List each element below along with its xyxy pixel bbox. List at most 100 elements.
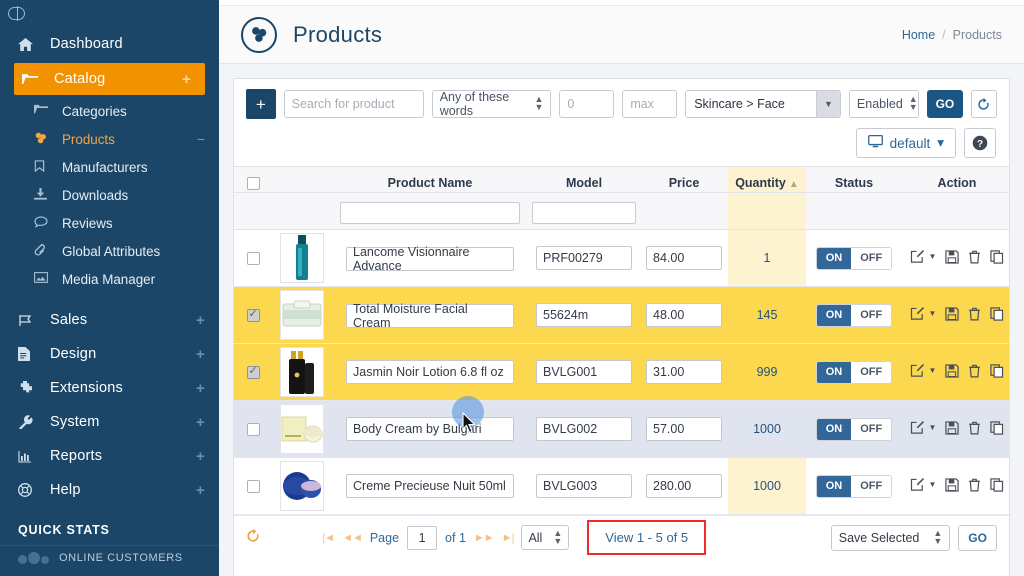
model-input[interactable]: BVLG001 [536, 360, 632, 385]
save-icon[interactable] [945, 421, 960, 435]
last-page-icon[interactable]: ►| [502, 532, 515, 544]
row-select-cell[interactable] [234, 229, 272, 288]
sidebar-collapse-toggle[interactable] [0, 0, 219, 27]
status-toggle[interactable]: ON OFF [815, 303, 893, 327]
status-off-button[interactable]: OFF [851, 361, 892, 383]
product-name-input[interactable]: Jasmin Noir Lotion 6.8 fl oz [346, 360, 514, 385]
edit-caret-icon[interactable]: ▼ [929, 480, 937, 489]
filter-name-input[interactable] [339, 202, 521, 225]
sidebar-item-media-manager[interactable]: Media Manager [0, 265, 219, 293]
column-model[interactable]: Model [528, 165, 640, 194]
copy-icon[interactable] [990, 364, 1004, 378]
save-icon[interactable] [945, 364, 960, 378]
sidebar-item-reports[interactable]: Reports + [0, 439, 219, 473]
row-checkbox[interactable] [246, 364, 260, 380]
table-row[interactable]: Creme Precieuse Nuit 50ml BVLG003 280.00 10… [234, 457, 1009, 516]
copy-icon[interactable] [990, 478, 1004, 492]
price-input[interactable]: 48.00 [646, 303, 722, 328]
status-select[interactable]: Enabled ▲ ▼ [848, 90, 919, 118]
edit-icon[interactable] [910, 363, 925, 378]
status-on-button[interactable]: ON [816, 475, 852, 497]
status-toggle[interactable]: ON OFF [815, 246, 893, 270]
row-checkbox[interactable] [246, 307, 260, 323]
sidebar-item-dashboard[interactable]: Dashboard [0, 27, 219, 61]
row-checkbox[interactable] [246, 480, 260, 494]
edit-caret-icon[interactable]: ▼ [929, 366, 937, 375]
model-input[interactable]: BVLG002 [536, 417, 632, 442]
save-icon[interactable] [945, 478, 960, 492]
breadcrumb-home[interactable]: Home [902, 28, 935, 42]
refresh-orange-icon[interactable] [246, 529, 260, 546]
row-select-cell[interactable] [234, 286, 272, 345]
product-name-input[interactable]: Total Moisture Facial Cream [346, 302, 514, 330]
row-checkbox[interactable] [246, 252, 260, 266]
product-name-input[interactable]: Lancome Visionnaire Advance [346, 245, 514, 273]
filter-go-button[interactable]: GO [926, 90, 963, 118]
sidebar-item-design[interactable]: Design + [0, 337, 219, 371]
edit-icon[interactable] [910, 249, 925, 264]
edit-caret-icon[interactable]: ▼ [929, 309, 937, 318]
model-input[interactable]: BVLG003 [536, 474, 632, 499]
next-page-icon[interactable]: ►► [474, 532, 495, 544]
table-row[interactable]: Jasmin Noir Lotion 6.8 fl oz BVLG001 31.00… [234, 343, 1009, 402]
price-input[interactable]: 31.00 [646, 360, 722, 385]
save-icon[interactable] [945, 307, 960, 321]
price-min-input[interactable]: 0 [559, 90, 615, 118]
add-product-button[interactable]: + [246, 89, 276, 119]
status-off-button[interactable]: OFF [851, 304, 892, 326]
sidebar-item-extensions[interactable]: Extensions + [0, 371, 219, 405]
status-on-button[interactable]: ON [816, 247, 852, 269]
edit-caret-icon[interactable]: ▼ [929, 423, 937, 432]
category-select[interactable]: Skincare > Face ▼ [685, 90, 841, 118]
match-mode-select[interactable]: Any of these words ▲ ▼ [431, 90, 552, 118]
per-page-select[interactable]: All ▲ ▼ [521, 525, 570, 551]
filter-model-input[interactable] [532, 202, 636, 225]
sidebar-item-manufacturers[interactable]: Manufacturers [0, 153, 219, 181]
status-on-button[interactable]: ON [816, 361, 852, 383]
sidebar-item-reviews[interactable]: Reviews [0, 209, 219, 237]
question-circle-icon[interactable]: ? [964, 128, 996, 158]
row-select-cell[interactable] [234, 343, 272, 402]
column-price[interactable]: Price [640, 165, 728, 194]
bulk-action-select[interactable]: Save Selected ▲ ▼ [830, 524, 951, 551]
sidebar-item-downloads[interactable]: Downloads [0, 181, 219, 209]
delete-icon[interactable] [968, 250, 981, 264]
sidebar-item-products[interactable]: Products − [0, 125, 219, 153]
copy-icon[interactable] [990, 421, 1004, 435]
select-all-checkbox[interactable] [246, 177, 260, 191]
edit-icon[interactable] [910, 477, 925, 492]
first-page-icon[interactable]: |◄ [322, 532, 335, 544]
copy-icon[interactable] [990, 307, 1004, 321]
sidebar-item-system[interactable]: System + [0, 405, 219, 439]
save-icon[interactable] [945, 250, 960, 264]
sidebar-item-global-attributes[interactable]: Global Attributes [0, 237, 219, 265]
column-quantity[interactable]: Quantity ▲ [728, 165, 806, 194]
delete-icon[interactable] [968, 307, 981, 321]
sidebar-item-catalog[interactable]: Catalog + [14, 63, 205, 95]
product-name-input[interactable]: Creme Precieuse Nuit 50ml [346, 474, 514, 499]
column-product-name[interactable]: Product Name [332, 165, 528, 194]
model-input[interactable]: 55624m [536, 303, 632, 328]
copy-icon[interactable] [990, 250, 1004, 264]
column-status[interactable]: Status [806, 165, 902, 194]
prev-page-icon[interactable]: ◄◄ [342, 532, 363, 544]
row-checkbox[interactable] [246, 423, 260, 437]
sidebar-item-sales[interactable]: Sales + [0, 303, 219, 337]
delete-icon[interactable] [968, 478, 981, 492]
bulk-go-button[interactable]: GO [958, 524, 997, 551]
row-select-cell[interactable] [234, 457, 272, 516]
row-select-cell[interactable] [234, 400, 272, 459]
status-toggle[interactable]: ON OFF [815, 417, 893, 441]
edit-icon[interactable] [910, 306, 925, 321]
edit-caret-icon[interactable]: ▼ [929, 252, 937, 261]
sidebar-item-help[interactable]: Help + [0, 473, 219, 507]
status-on-button[interactable]: ON [816, 418, 852, 440]
price-input[interactable]: 280.00 [646, 474, 722, 499]
page-input[interactable]: 1 [407, 525, 438, 550]
table-row[interactable]: Lancome Visionnaire Advance PRF00279 84.00… [234, 229, 1009, 288]
price-max-input[interactable]: max [622, 90, 678, 118]
model-input[interactable]: PRF00279 [536, 246, 632, 271]
sidebar-item-categories[interactable]: Categories [0, 97, 219, 125]
table-row[interactable]: Total Moisture Facial Cream 55624m 48.0014… [234, 286, 1009, 345]
price-input[interactable]: 84.00 [646, 246, 722, 271]
